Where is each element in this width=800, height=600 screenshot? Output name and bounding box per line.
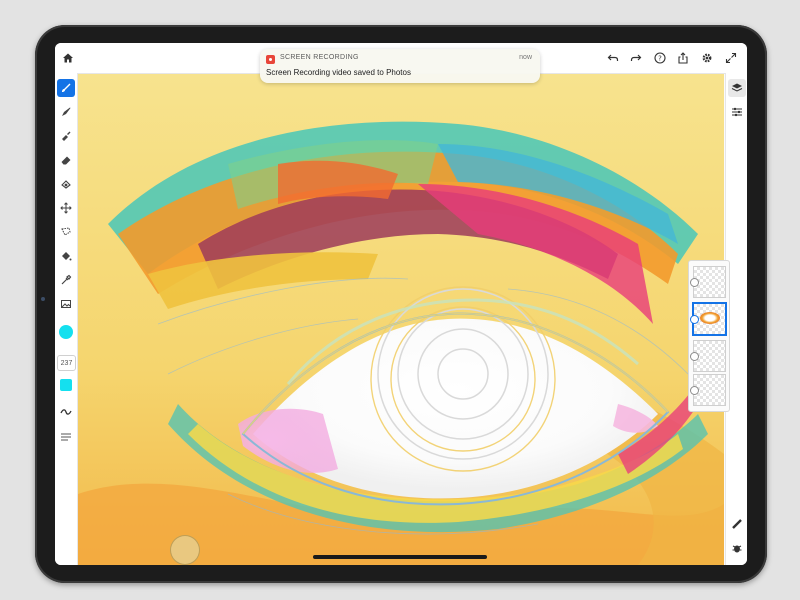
layer-visibility-dot[interactable] [690,386,699,395]
help-icon[interactable]: ? [651,49,669,67]
eyedropper-icon[interactable] [57,271,75,289]
redo-icon[interactable] [627,49,645,67]
layer-import-icon[interactable] [746,343,747,357]
front-camera [41,297,45,301]
smudge-icon[interactable] [57,103,75,121]
share-icon[interactable] [674,49,692,67]
home-indicator[interactable] [313,555,487,559]
stroke-smoothing-icon[interactable] [57,403,75,421]
brush-icon[interactable] [57,79,75,97]
notification-message: Screen Recording video saved to Photos [266,68,411,77]
brush-settings-icon[interactable] [57,427,75,445]
properties-icon[interactable] [728,103,746,121]
layer-thumbnail[interactable] [690,340,726,372]
fullscreen-icon[interactable] [722,49,740,67]
left-toolbar: 237 [55,73,78,565]
fill-brush-icon[interactable] [57,127,75,145]
lasso-icon[interactable] [57,223,75,241]
eraser-icon[interactable] [57,151,75,169]
ruler-icon[interactable] [728,515,746,533]
ipad-device: ? 237 SCREEN RECORDING now Screen Record… [35,25,767,583]
layer-thumbnail-active[interactable] [690,302,727,336]
layers-icon[interactable] [728,79,746,97]
screen-recording-notification[interactable]: SCREEN RECORDING now Screen Recording vi… [260,49,540,83]
layer-preview [700,312,720,324]
home-icon[interactable] [59,49,77,67]
brush-size-value[interactable]: 237 [57,355,76,371]
image-icon[interactable] [57,295,75,313]
settings-icon[interactable] [698,49,716,67]
color-picker-swatch[interactable] [59,325,73,339]
add-layer-icon[interactable] [746,298,747,312]
record-icon [266,55,275,64]
more-icon[interactable] [746,365,747,379]
artwork [78,74,724,565]
blend-icon[interactable] [57,175,75,193]
touch-indicator [170,535,200,565]
drawing-canvas[interactable] [78,74,724,565]
svg-text:?: ? [658,55,662,63]
fill-bucket-icon[interactable] [57,247,75,265]
layer-visibility-dot[interactable] [690,315,699,324]
layer-visibility-dot[interactable] [690,278,699,287]
layer-thumbnail[interactable] [690,266,726,298]
notification-app-name: SCREEN RECORDING [280,54,359,61]
secondary-color-swatch[interactable] [60,379,72,391]
notification-time: now [519,54,532,61]
bug-icon[interactable] [728,539,746,557]
layers-panel [688,260,730,412]
transform-icon[interactable] [57,199,75,217]
visibility-icon[interactable] [746,321,747,335]
layer-visibility-dot[interactable] [690,352,699,361]
undo-icon[interactable] [604,49,622,67]
app-screen: ? 237 [55,43,747,565]
layer-thumbnail[interactable] [690,374,726,406]
